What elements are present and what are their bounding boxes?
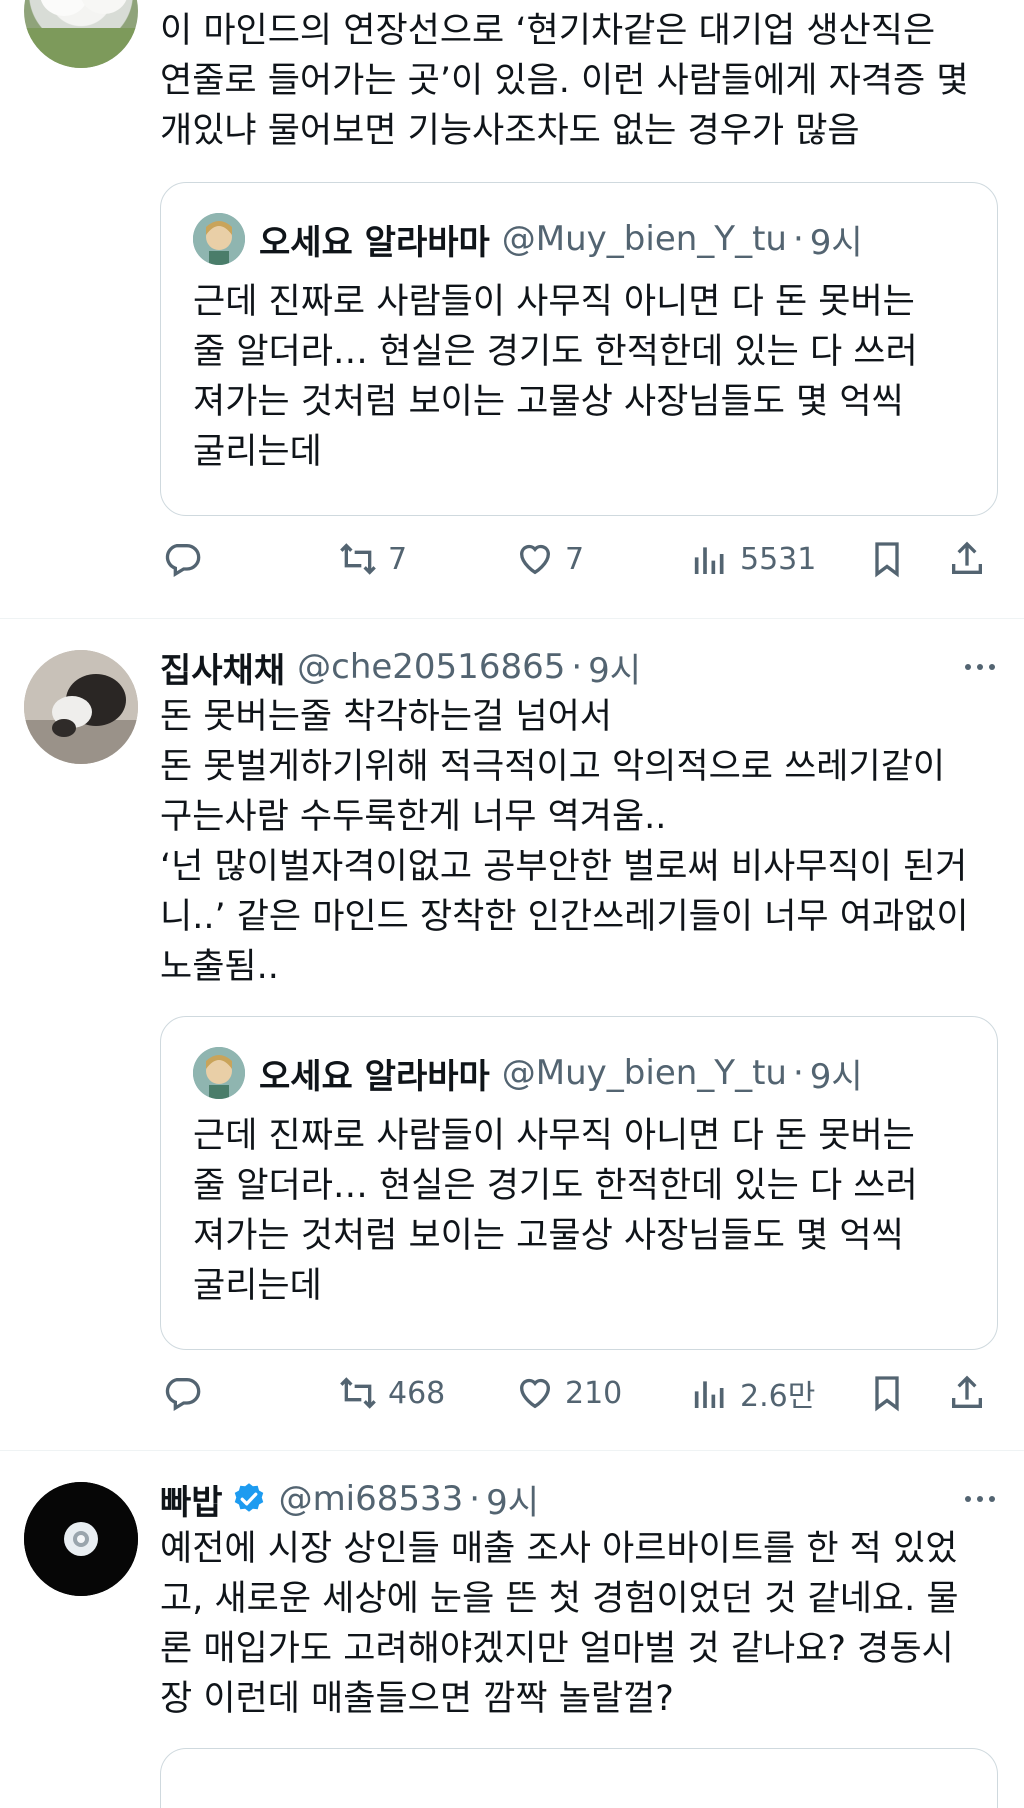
retweet-count: 468 — [388, 1375, 446, 1411]
quote-avatar — [193, 213, 245, 265]
tweet-3[interactable]: 빠밥 @mi68533 · 9시 예전에 시장 상인들 매출 조사 아르바이트를… — [0, 1450, 1024, 1808]
share-button[interactable] — [947, 534, 987, 584]
timestamp[interactable]: 9시 — [486, 1475, 539, 1524]
tweet-text: 돈 못버는줄 착각하는걸 넘어서 돈 못벌게하기위해 적극적이고 악의적으로 쓰… — [160, 697, 969, 987]
quote-text: 근데 진짜로 사람들이 사무직 아니면 다 돈 못버는 줄 알더라… 현실은 경… — [193, 282, 918, 472]
views-icon — [694, 547, 724, 574]
timestamp[interactable]: 9시 — [588, 643, 641, 692]
avatar[interactable] — [24, 0, 138, 68]
retweet-count: 7 — [388, 541, 408, 577]
more-icon — [965, 664, 971, 670]
more-options-button[interactable] — [960, 1476, 1000, 1522]
more-icon — [965, 1496, 971, 1502]
like-count: 7 — [565, 541, 585, 577]
avatar-image — [24, 1482, 138, 1596]
separator: · — [469, 1479, 481, 1519]
like-count: 210 — [565, 1375, 623, 1411]
quote-avatar — [193, 1047, 245, 1099]
quote-author-name[interactable]: 오세요 알라바마 — [259, 1049, 490, 1098]
separator: · — [792, 219, 804, 259]
quote-author-handle[interactable]: @Muy_bien_Y_tu — [502, 1053, 787, 1093]
avatar[interactable] — [24, 650, 138, 764]
views-icon — [694, 1381, 724, 1408]
verified-icon — [234, 1483, 263, 1512]
like-icon — [519, 1378, 551, 1409]
author-handle[interactable]: @mi68533 — [279, 1479, 464, 1519]
share-button[interactable] — [947, 1368, 987, 1418]
reply-icon — [165, 544, 201, 577]
share-icon — [952, 541, 982, 574]
quote-tweet[interactable]: 오세요 알라바마 @Muy_bien_Y_tu · 9시 근데 진짜로 사람들이… — [160, 1016, 998, 1350]
retweet-button[interactable]: 7 — [338, 534, 407, 584]
quote-tweet[interactable] — [160, 1748, 998, 1808]
views-button[interactable]: 5531 — [690, 534, 816, 584]
quote-tweet[interactable]: 오세요 알라바마 @Muy_bien_Y_tu · 9시 근데 진짜로 사람들이… — [160, 182, 998, 516]
quote-timestamp[interactable]: 9시 — [810, 215, 863, 264]
quote-text: 근데 진짜로 사람들이 사무직 아니면 다 돈 못버는 줄 알더라… 현실은 경… — [193, 1116, 918, 1306]
quote-author-name[interactable]: 오세요 알라바마 — [259, 215, 490, 264]
action-bar: 468 210 2.6만 — [160, 1368, 1000, 1418]
views-count: 2.6만 — [740, 1379, 816, 1414]
reply-icon — [165, 1378, 201, 1411]
like-icon — [519, 544, 551, 575]
avatar-image — [24, 0, 138, 68]
author-name[interactable]: 빠밥 — [160, 1475, 223, 1524]
reply-button[interactable] — [162, 534, 202, 584]
tweet-text: 예전에 시장 상인들 매출 조사 아르바이트를 한 적 있었 고, 새로운 세상… — [160, 1529, 959, 1719]
author-handle[interactable]: @che20516865 — [297, 647, 565, 687]
bookmark-button[interactable] — [867, 1368, 907, 1418]
retweet-icon — [340, 1377, 376, 1409]
reply-button[interactable] — [162, 1368, 202, 1418]
action-bar: 7 7 5531 — [160, 534, 1000, 584]
views-count: 5531 — [740, 541, 817, 577]
bookmark-icon — [875, 542, 899, 578]
views-button[interactable]: 2.6만 — [690, 1368, 815, 1418]
like-button[interactable]: 7 — [515, 534, 584, 584]
separator: · — [792, 1053, 804, 1093]
retweet-icon — [340, 543, 376, 575]
tweet-2[interactable]: 집사채채 @che20516865 · 9시 돈 못버는줄 착각하는걸 넘어서 … — [0, 618, 1024, 1450]
share-icon — [952, 1375, 982, 1408]
bookmark-icon — [875, 1376, 899, 1412]
tweet-text: 이 마인드의 연장선으로 ‘현기차같은 대기업 생산직은 연줄로 들어가는 곳’… — [160, 11, 969, 151]
avatar[interactable] — [24, 1482, 138, 1596]
author-name[interactable]: 집사채채 — [160, 643, 285, 692]
like-button[interactable]: 210 — [515, 1368, 622, 1418]
tweet-1[interactable]: 이 마인드의 연장선으로 ‘현기차같은 대기업 생산직은 연줄로 들어가는 곳’… — [0, 0, 1024, 618]
avatar-image — [24, 650, 138, 764]
retweet-button[interactable]: 468 — [338, 1368, 445, 1418]
quote-timestamp[interactable]: 9시 — [810, 1049, 863, 1098]
bookmark-button[interactable] — [867, 534, 907, 584]
more-options-button[interactable] — [960, 644, 1000, 690]
separator: · — [571, 647, 583, 687]
quote-author-handle[interactable]: @Muy_bien_Y_tu — [502, 219, 787, 259]
